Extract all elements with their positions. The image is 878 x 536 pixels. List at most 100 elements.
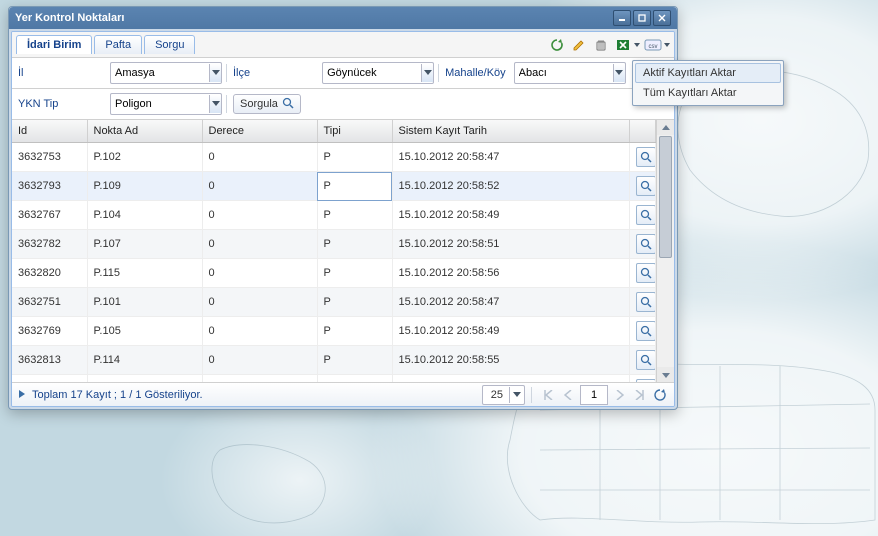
col-derece[interactable]: Derece: [202, 120, 317, 143]
titlebar[interactable]: Yer Kontrol Noktaları: [9, 7, 677, 29]
il-combo[interactable]: [110, 62, 222, 84]
cell-tarih[interactable]: 15.10.2012 20:58:52: [392, 172, 630, 201]
expand-icon[interactable]: [18, 389, 26, 401]
first-page-icon[interactable]: [540, 387, 556, 403]
cell-derece[interactable]: 0: [202, 143, 317, 172]
maximize-button[interactable]: [633, 10, 651, 26]
cell-ad[interactable]: P.115: [87, 259, 202, 288]
export-active-records[interactable]: Aktif Kayıtları Aktar: [635, 63, 781, 83]
next-page-icon[interactable]: [612, 387, 628, 403]
cell-id[interactable]: 3632753: [12, 143, 87, 172]
table-row[interactable]: 3632753P.1020P15.10.2012 20:58:47: [12, 143, 656, 172]
col-tarih[interactable]: Sistem Kayıt Tarih: [392, 120, 630, 143]
cell-tipi[interactable]: P: [317, 288, 392, 317]
ykn-combo[interactable]: [110, 93, 222, 115]
cell-derece[interactable]: 0: [202, 230, 317, 259]
scroll-thumb[interactable]: [659, 136, 672, 258]
il-input[interactable]: [111, 64, 209, 82]
cell-derece[interactable]: 0: [202, 201, 317, 230]
cell-id[interactable]: 3632793: [12, 172, 87, 201]
cell-derece[interactable]: 0: [202, 317, 317, 346]
cell-tarih[interactable]: 15.10.2012 20:58:55: [392, 346, 630, 375]
cell-tarih[interactable]: 15.10.2012 20:58:51: [392, 230, 630, 259]
page-size-combo[interactable]: 25: [482, 385, 525, 405]
zoom-to-icon[interactable]: [636, 234, 656, 254]
cell-ad[interactable]: P.102: [87, 143, 202, 172]
ykn-input[interactable]: [111, 95, 209, 113]
cell-tipi[interactable]: P: [317, 230, 392, 259]
close-button[interactable]: [653, 10, 671, 26]
chevron-down-icon[interactable]: [613, 64, 625, 82]
zoom-to-icon[interactable]: [636, 147, 656, 167]
page-input[interactable]: [580, 385, 608, 405]
cell-ad[interactable]: P.103: [87, 375, 202, 383]
ilce-input[interactable]: [323, 64, 421, 82]
zoom-to-icon[interactable]: [636, 292, 656, 312]
cell-tarih[interactable]: 15.10.2012 20:58:47: [392, 143, 630, 172]
cell-ad[interactable]: P.107: [87, 230, 202, 259]
scrollbar[interactable]: [656, 120, 674, 382]
tab-sorgu[interactable]: Sorgu: [144, 35, 195, 54]
scroll-up-icon[interactable]: [657, 120, 674, 135]
cell-tarih[interactable]: 15.10.2012 20:58:49: [392, 317, 630, 346]
delete-icon[interactable]: [592, 36, 610, 54]
col-id[interactable]: Id: [12, 120, 87, 143]
cell-ad[interactable]: P.105: [87, 317, 202, 346]
zoom-to-icon[interactable]: [636, 263, 656, 283]
chevron-down-icon[interactable]: [209, 95, 221, 113]
cell-id[interactable]: 3632782: [12, 230, 87, 259]
zoom-to-icon[interactable]: [636, 176, 656, 196]
cell-tipi[interactable]: P: [317, 201, 392, 230]
table-row[interactable]: 3632769P.1050P15.10.2012 20:58:49: [12, 317, 656, 346]
refresh-icon[interactable]: [548, 36, 566, 54]
table-row[interactable]: 3632813P.1140P15.10.2012 20:58:55: [12, 346, 656, 375]
cell-ad[interactable]: P.104: [87, 201, 202, 230]
cell-tipi[interactable]: P: [317, 375, 392, 383]
table-row[interactable]: 3632767P.1040P15.10.2012 20:58:49: [12, 201, 656, 230]
export-excel-dropdown[interactable]: [634, 42, 640, 48]
cell-id[interactable]: 3632769: [12, 317, 87, 346]
table-row[interactable]: 3632820P.1150P15.10.2012 20:58:56: [12, 259, 656, 288]
prev-page-icon[interactable]: [560, 387, 576, 403]
minimize-button[interactable]: [613, 10, 631, 26]
cell-tipi[interactable]: P: [317, 172, 392, 201]
col-tipi[interactable]: Tipi: [317, 120, 392, 143]
cell-id[interactable]: 3632820: [12, 259, 87, 288]
cell-derece[interactable]: 0: [202, 259, 317, 288]
table-row[interactable]: 3632782P.1070P15.10.2012 20:58:51: [12, 230, 656, 259]
table-row[interactable]: 3632760P.1030P15.10.2012 20:58:48: [12, 375, 656, 383]
scroll-down-icon[interactable]: [657, 367, 674, 382]
tab-pafta[interactable]: Pafta: [94, 35, 142, 54]
cell-derece[interactable]: 0: [202, 375, 317, 383]
refresh-page-icon[interactable]: [652, 387, 668, 403]
sorgula-button[interactable]: Sorgula: [233, 94, 301, 114]
zoom-to-icon[interactable]: [636, 350, 656, 370]
export-all-records[interactable]: Tüm Kayıtları Aktar: [635, 83, 781, 103]
cell-tarih[interactable]: 15.10.2012 20:58:56: [392, 259, 630, 288]
zoom-to-icon[interactable]: [636, 321, 656, 341]
export-csv-icon[interactable]: csv: [644, 36, 662, 54]
cell-id[interactable]: 3632767: [12, 201, 87, 230]
edit-icon[interactable]: [570, 36, 588, 54]
chevron-down-icon[interactable]: [509, 387, 524, 403]
cell-tipi[interactable]: P: [317, 317, 392, 346]
chevron-down-icon[interactable]: [209, 64, 221, 82]
cell-derece[interactable]: 0: [202, 288, 317, 317]
cell-tipi[interactable]: P: [317, 259, 392, 288]
cell-tarih[interactable]: 15.10.2012 20:58:48: [392, 375, 630, 383]
export-excel-icon[interactable]: [614, 36, 632, 54]
cell-ad[interactable]: P.114: [87, 346, 202, 375]
zoom-to-icon[interactable]: [636, 205, 656, 225]
cell-ad[interactable]: P.109: [87, 172, 202, 201]
mahalle-combo[interactable]: [514, 62, 626, 84]
cell-tipi[interactable]: P: [317, 143, 392, 172]
col-ad[interactable]: Nokta Ad: [87, 120, 202, 143]
cell-derece[interactable]: 0: [202, 172, 317, 201]
cell-tarih[interactable]: 15.10.2012 20:58:47: [392, 288, 630, 317]
ilce-combo[interactable]: [322, 62, 434, 84]
cell-id[interactable]: 3632813: [12, 346, 87, 375]
last-page-icon[interactable]: [632, 387, 648, 403]
cell-tarih[interactable]: 15.10.2012 20:58:49: [392, 201, 630, 230]
export-csv-dropdown[interactable]: [664, 42, 670, 48]
table-row[interactable]: 3632751P.1010P15.10.2012 20:58:47: [12, 288, 656, 317]
